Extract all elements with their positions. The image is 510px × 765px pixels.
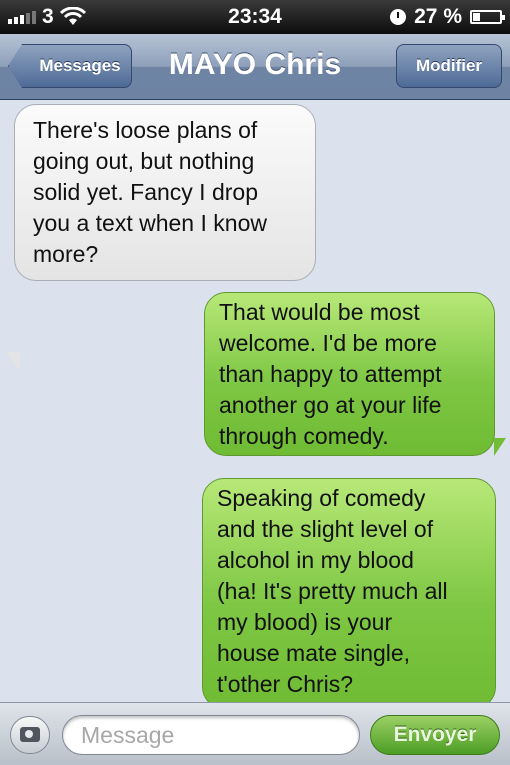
send-button[interactable]: Envoyer (370, 715, 500, 755)
message-thread[interactable]: There's loose plans of going out, but no… (0, 100, 510, 702)
battery-icon (470, 10, 505, 24)
camera-icon (20, 727, 40, 742)
battery-percent: 27 % (414, 5, 462, 28)
camera-button[interactable] (10, 716, 50, 754)
message-input[interactable] (62, 715, 360, 755)
outgoing-message-bubble: Speaking of comedy and the slight level … (202, 478, 496, 702)
status-bar: 3 23:34 27 % (0, 0, 510, 34)
outgoing-message-bubble: That would be most welcome. I'd be more … (204, 292, 495, 456)
alarm-clock-icon (390, 9, 407, 25)
edit-button[interactable]: Modifier (396, 44, 502, 88)
incoming-bubble-tail (6, 352, 20, 370)
battery-group: 27 % (390, 5, 505, 29)
message-composer: Envoyer (0, 702, 510, 765)
navigation-bar: Messages MAYO Chris Modifier (0, 34, 510, 100)
incoming-message-bubble: There's loose plans of going out, but no… (14, 104, 316, 281)
outgoing-bubble-tail (494, 438, 506, 456)
